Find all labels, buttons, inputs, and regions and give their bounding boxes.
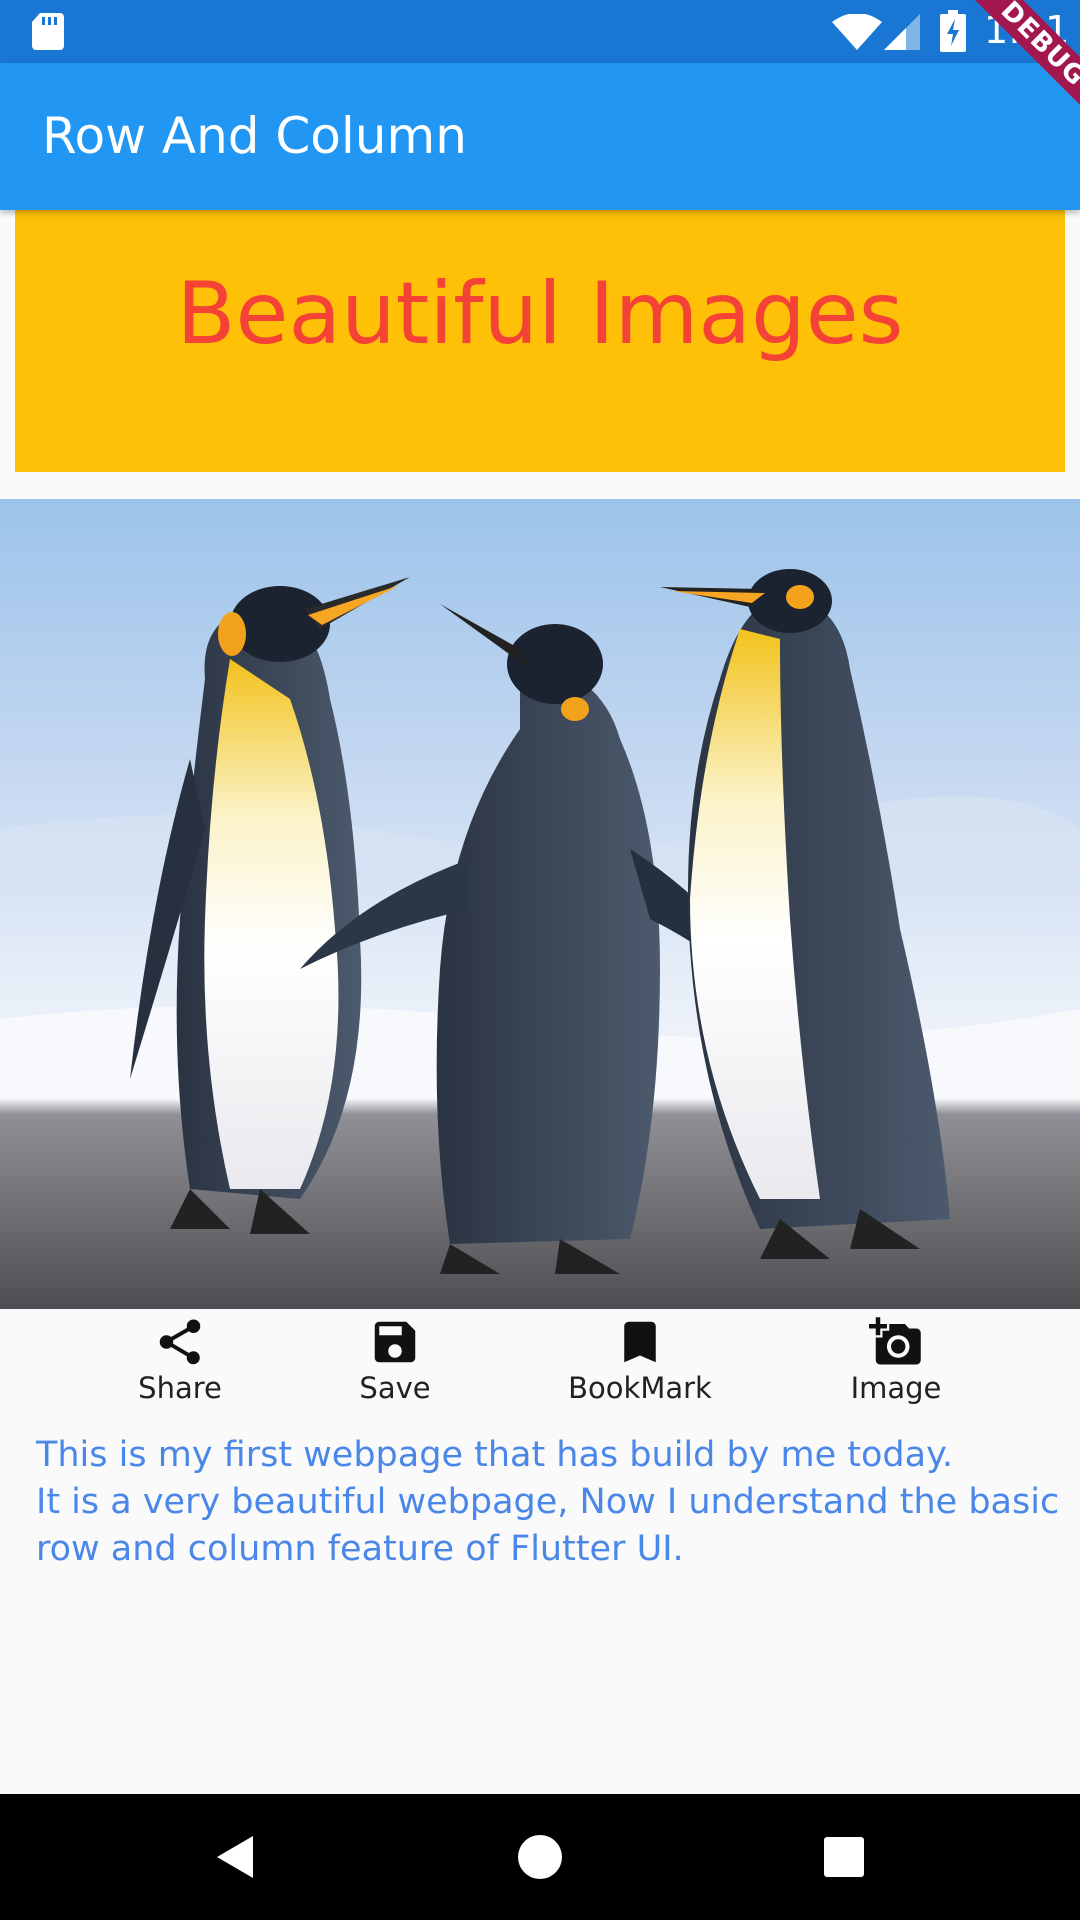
app-bar-title: Row And Column [42, 107, 467, 165]
sd-card-icon [32, 13, 64, 50]
system-nav-bar [0, 1794, 1080, 1920]
battery-charging-icon [940, 10, 966, 52]
app-screen: 1:21 DEBUG Row And Column Beautiful Imag… [0, 0, 1080, 1920]
bookmark-label: BookMark [568, 1371, 712, 1405]
share-action[interactable]: Share [90, 1315, 270, 1405]
bookmark-icon [624, 1321, 656, 1363]
image-action[interactable]: Image [806, 1315, 986, 1405]
save-icon [374, 1321, 416, 1363]
save-action[interactable]: Save [305, 1315, 485, 1405]
recents-icon[interactable] [811, 1824, 877, 1890]
save-label: Save [359, 1371, 431, 1405]
description-text: This is my first webpage that has build … [36, 1435, 1060, 1569]
wifi-icon [832, 14, 882, 50]
image-label: Image [850, 1371, 942, 1405]
heading-text: Beautiful Images [176, 264, 904, 364]
cell-signal-icon [884, 14, 920, 50]
home-icon[interactable] [507, 1824, 573, 1890]
app-bar: Row And Column [0, 63, 1080, 210]
share-icon [159, 1319, 201, 1365]
add-a-photo-icon [869, 1317, 921, 1365]
back-icon[interactable] [203, 1824, 269, 1890]
penguins-image [0, 499, 1080, 1309]
heading-container: Beautiful Images [15, 210, 1065, 472]
actions-row: Share Save BookMark Image [0, 1309, 1080, 1409]
bookmark-action[interactable]: BookMark [550, 1315, 730, 1405]
share-label: Share [138, 1371, 222, 1405]
status-bar: 1:21 [0, 0, 1080, 63]
